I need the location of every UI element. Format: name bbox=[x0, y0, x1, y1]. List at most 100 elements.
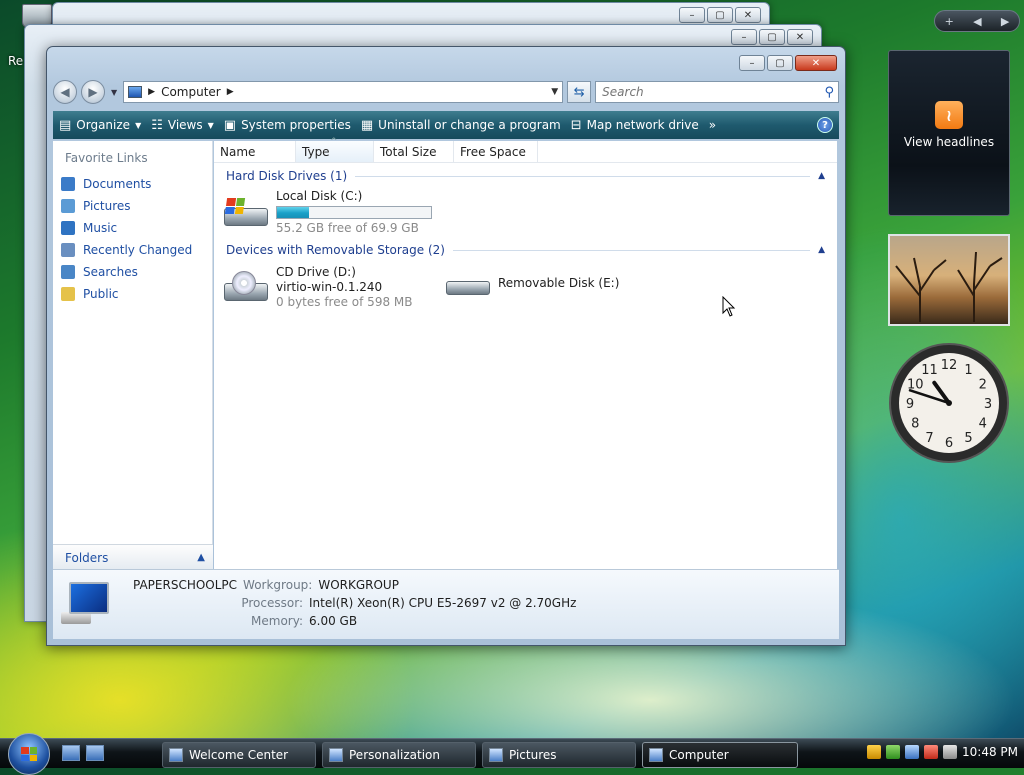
personalization-icon bbox=[329, 748, 343, 762]
windows-logo-icon bbox=[21, 747, 37, 761]
quick-launch bbox=[62, 745, 104, 761]
folders-toggle[interactable]: Folders ▲ bbox=[53, 544, 213, 570]
maximize-button[interactable]: ▢ bbox=[707, 7, 733, 23]
nav-item-music[interactable]: Music bbox=[53, 217, 212, 239]
search-icon[interactable]: ⚲ bbox=[824, 85, 834, 100]
start-button[interactable] bbox=[8, 733, 50, 775]
computer-icon bbox=[649, 748, 663, 762]
feed-headlines-gadget[interactable]: ≀ View headlines bbox=[888, 50, 1010, 216]
previous-gadget-icon[interactable]: ◀ bbox=[973, 15, 981, 28]
details-pane: PAPERSCHOOLPC Workgroup: WORKGROUP Proce… bbox=[53, 569, 839, 639]
memory-row: Memory: 6.00 GB bbox=[217, 614, 357, 628]
nav-item-searches[interactable]: Searches bbox=[53, 261, 212, 283]
taskbar-button-welcome-center[interactable]: Welcome Center bbox=[162, 742, 316, 768]
minimize-button[interactable]: – bbox=[679, 7, 705, 23]
next-gadget-icon[interactable]: ▶ bbox=[1001, 15, 1009, 28]
rss-icon: ≀ bbox=[935, 101, 963, 129]
recently-changed-icon bbox=[61, 243, 75, 257]
help-button[interactable]: ? bbox=[817, 117, 833, 133]
back-button[interactable]: ◀ bbox=[53, 80, 77, 104]
clock-numeral: 12 bbox=[941, 358, 958, 373]
minimize-button[interactable]: – bbox=[739, 55, 765, 71]
column-header-name[interactable]: Name bbox=[214, 141, 296, 162]
volume-icon[interactable] bbox=[943, 745, 957, 759]
taskbar-button-personalization[interactable]: Personalization bbox=[322, 742, 476, 768]
chevron-up-icon[interactable]: ▲ bbox=[818, 245, 825, 255]
drive-free-space: 55.2 GB free of 69.9 GB bbox=[276, 221, 419, 235]
views-button[interactable]: ☷ Views ▼ bbox=[151, 118, 214, 133]
computer-icon bbox=[61, 582, 113, 626]
column-header-type[interactable]: Type bbox=[296, 137, 374, 162]
add-gadget-button[interactable]: + bbox=[945, 15, 954, 28]
computer-window: – ▢ ✕ ◀ ▶ ▼ ▶ Computer ▶ ▼ ⇆ ⚲ ▤ Organiz… bbox=[46, 46, 846, 646]
network-error-icon[interactable] bbox=[924, 745, 938, 759]
switch-windows-icon[interactable] bbox=[86, 745, 104, 761]
more-commands-button[interactable]: » bbox=[709, 118, 716, 132]
breadcrumb-computer[interactable]: Computer bbox=[161, 85, 221, 99]
map-network-drive-button[interactable]: ⊟ Map network drive bbox=[571, 118, 699, 133]
views-icon: ☷ bbox=[151, 117, 163, 133]
nav-item-documents[interactable]: Documents bbox=[53, 173, 212, 195]
taskbar-button-label: Computer bbox=[669, 748, 729, 762]
taskbar-button-label: Welcome Center bbox=[189, 748, 289, 762]
nav-item-recently-changed[interactable]: Recently Changed bbox=[53, 239, 212, 261]
drive-removable-e[interactable]: Removable Disk (E:) bbox=[444, 271, 619, 305]
recent-pages-dropdown[interactable]: ▼ bbox=[111, 88, 117, 97]
breadcrumb-separator-icon[interactable]: ▶ bbox=[148, 87, 155, 97]
column-header-free-space[interactable]: Free Space bbox=[454, 141, 538, 162]
group-header-removable-storage[interactable]: Devices with Removable Storage (2) ▲ bbox=[214, 239, 837, 261]
maximize-button[interactable]: ▢ bbox=[759, 29, 785, 45]
window-caption-buttons: – ▢ ✕ bbox=[731, 29, 813, 45]
group-divider bbox=[355, 175, 811, 177]
drive-cd-d[interactable]: CD Drive (D:) virtio-win-0.1.240 0 bytes… bbox=[222, 265, 412, 310]
show-desktop-icon[interactable] bbox=[62, 745, 80, 761]
taskbar-button-computer[interactable]: Computer bbox=[642, 742, 798, 768]
view-headlines-label[interactable]: View headlines bbox=[904, 135, 994, 149]
uninstall-label: Uninstall or change a program bbox=[378, 118, 561, 132]
taskbar-button-label: Personalization bbox=[349, 748, 440, 762]
search-box[interactable]: ⚲ bbox=[595, 81, 839, 103]
organize-button[interactable]: ▤ Organize ▼ bbox=[59, 118, 141, 133]
dropdown-arrow-icon: ▼ bbox=[135, 120, 142, 130]
address-dropdown-icon[interactable]: ▼ bbox=[551, 87, 558, 97]
group-title: Devices with Removable Storage (2) bbox=[226, 243, 445, 257]
close-button[interactable]: ✕ bbox=[795, 55, 837, 71]
clock-numeral: 6 bbox=[945, 436, 953, 451]
slideshow-gadget[interactable] bbox=[888, 234, 1010, 326]
search-input[interactable] bbox=[600, 84, 801, 100]
favorite-links-heading: Favorite Links bbox=[65, 151, 148, 165]
cd-drive-icon bbox=[222, 270, 268, 305]
windows-update-icon[interactable] bbox=[886, 745, 900, 759]
drive-local-disk-c[interactable]: Local Disk (C:) 55.2 GB free of 69.9 GB bbox=[222, 189, 432, 236]
minimize-button[interactable]: – bbox=[731, 29, 757, 45]
taskbar-button-pictures[interactable]: Pictures bbox=[482, 742, 636, 768]
nav-item-pictures[interactable]: Pictures bbox=[53, 195, 212, 217]
forward-button[interactable]: ▶ bbox=[81, 80, 105, 104]
clock-time[interactable]: 10:48 PM bbox=[962, 745, 1018, 759]
group-header-hard-disk-drives[interactable]: Hard Disk Drives (1) ▲ bbox=[214, 165, 837, 187]
nav-item-public[interactable]: Public bbox=[53, 283, 212, 305]
views-label: Views bbox=[167, 118, 203, 132]
network-icon[interactable] bbox=[905, 745, 919, 759]
system-properties-button[interactable]: ▣ System properties bbox=[224, 118, 351, 133]
organize-label: Organize bbox=[76, 118, 131, 132]
chevron-up-icon[interactable]: ▲ bbox=[818, 171, 825, 181]
address-bar[interactable]: ▶ Computer ▶ ▼ bbox=[123, 81, 564, 103]
taskbar: Welcome Center Personalization Pictures … bbox=[0, 733, 1024, 775]
column-header-total-size[interactable]: Total Size bbox=[374, 141, 454, 162]
security-shield-icon[interactable] bbox=[867, 745, 881, 759]
taskbar-button-label: Pictures bbox=[509, 748, 557, 762]
clock-gadget[interactable]: 1234567891011 12 bbox=[888, 342, 1010, 464]
nav-item-label: Public bbox=[83, 287, 119, 301]
help-icon: ? bbox=[822, 119, 828, 131]
command-bar: ▤ Organize ▼ ☷ Views ▼ ▣ System properti… bbox=[53, 111, 839, 139]
back-arrow-icon: ◀ bbox=[60, 85, 70, 99]
refresh-button[interactable]: ⇆ bbox=[567, 81, 592, 103]
close-button[interactable]: ✕ bbox=[787, 29, 813, 45]
breadcrumb-separator-icon[interactable]: ▶ bbox=[227, 87, 234, 97]
workgroup-value: WORKGROUP bbox=[318, 578, 399, 592]
clock-numeral: 9 bbox=[906, 397, 914, 412]
maximize-button[interactable]: ▢ bbox=[767, 55, 793, 71]
uninstall-program-button[interactable]: ▦ Uninstall or change a program bbox=[361, 118, 561, 133]
close-button[interactable]: ✕ bbox=[735, 7, 761, 23]
